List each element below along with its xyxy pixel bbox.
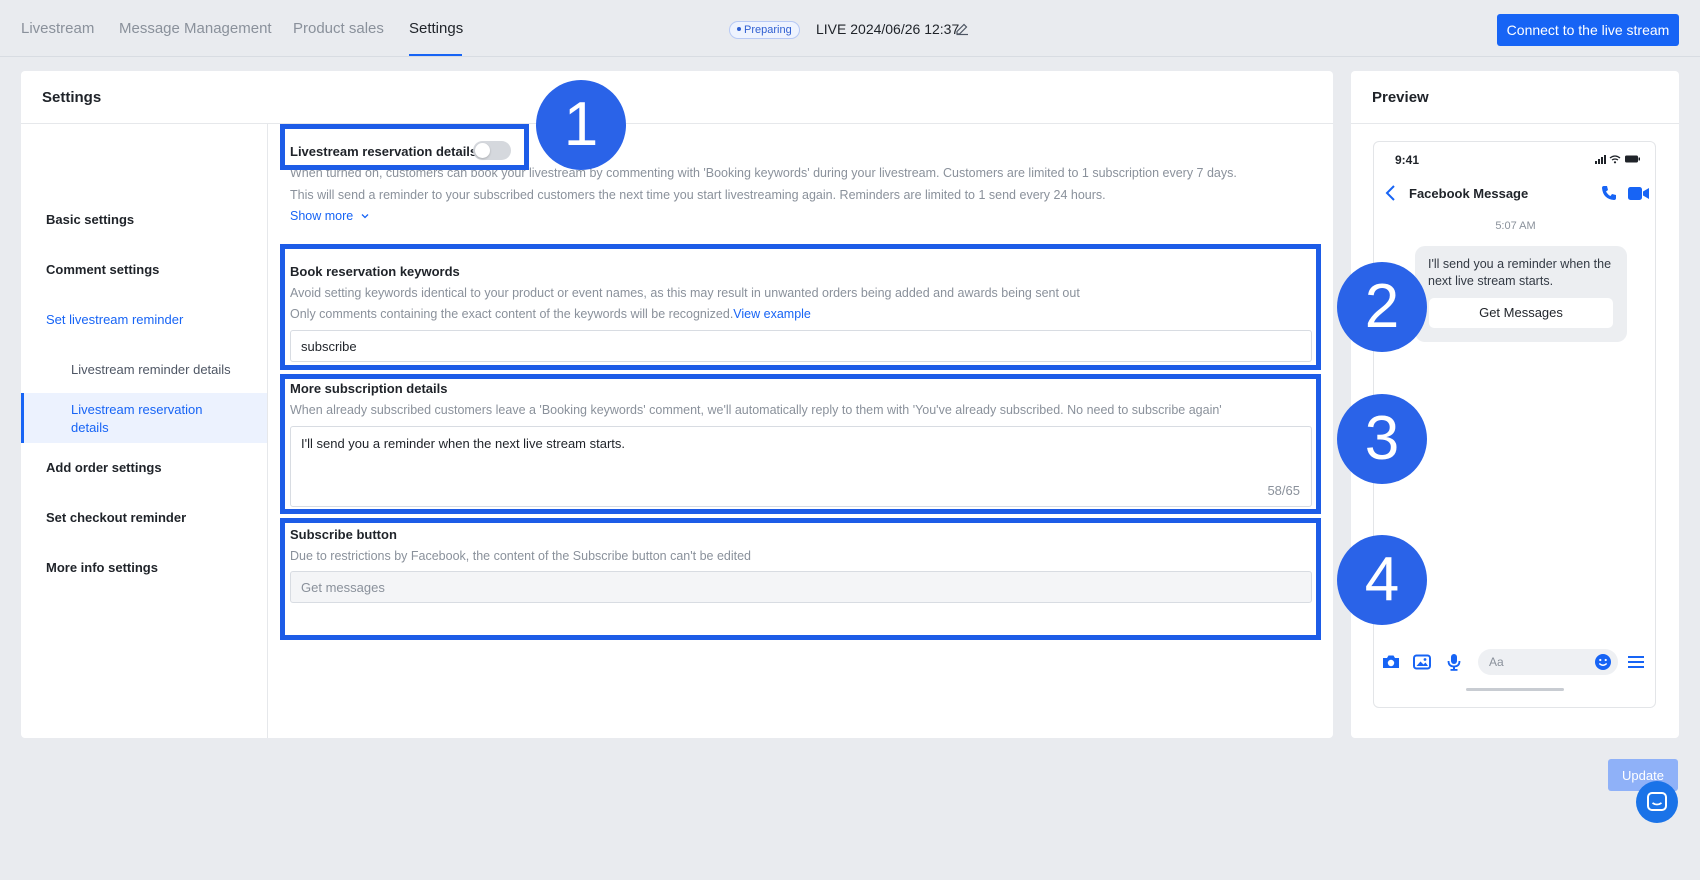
subscription-details-title: More subscription details	[290, 381, 448, 396]
sidebar-item-comment-settings[interactable]: Comment settings	[46, 262, 159, 277]
sidebar-item-reminder-details[interactable]: Livestream reminder details	[71, 362, 231, 377]
sidebar-item-more-info-settings[interactable]: More info settings	[46, 560, 158, 575]
menu-icon[interactable]	[1626, 653, 1646, 671]
keywords-input[interactable]	[290, 330, 1312, 362]
preview-panel: Preview 9:41 Facebook Message 5:07 AM I'…	[1351, 71, 1679, 738]
sidebar-selected-indicator	[21, 393, 24, 443]
sidebar-item-checkout-reminder[interactable]: Set checkout reminder	[46, 510, 186, 525]
subscribe-button-description: Due to restrictions by Facebook, the con…	[290, 549, 751, 563]
phone-time: 9:41	[1395, 153, 1420, 167]
toggle-knob	[475, 143, 490, 158]
character-counter: 58/65	[1267, 483, 1300, 498]
sidebar-item-add-order-settings[interactable]: Add order settings	[46, 460, 162, 475]
tab-settings[interactable]: Settings	[409, 20, 463, 37]
keywords-note: Only comments containing the exact conte…	[290, 307, 734, 321]
edit-icon[interactable]	[955, 22, 969, 36]
subscribe-button-input	[290, 571, 1312, 603]
keywords-title: Book reservation keywords	[290, 264, 460, 279]
message-timestamp: 5:07 AM	[1495, 220, 1536, 232]
tab-livestream[interactable]: Livestream	[21, 20, 94, 37]
show-more-label: Show more	[290, 209, 354, 223]
reservation-details-title: Livestream reservation details	[290, 144, 478, 159]
keywords-description-1: Avoid setting keywords identical to your…	[290, 286, 1080, 300]
keywords-description-2: Only comments containing the exact conte…	[290, 307, 811, 321]
reservation-description-1: When turned on, customers can book your …	[290, 166, 1237, 180]
tab-message-management[interactable]: Message Management	[119, 20, 272, 37]
subscribe-button-title: Subscribe button	[290, 527, 397, 542]
camera-icon[interactable]	[1381, 653, 1401, 671]
preview-title: Preview	[1372, 89, 1429, 106]
messenger-title: Facebook Message	[1409, 186, 1529, 201]
settings-sidebar: Basic settings Comment settings Set live…	[21, 124, 268, 738]
phone-status-icons	[1595, 155, 1640, 164]
chat-icon	[1647, 792, 1667, 811]
call-icon[interactable]	[1600, 184, 1618, 202]
show-more-link[interactable]: Show more	[290, 209, 370, 223]
divider	[1351, 123, 1679, 124]
settings-title: Settings	[42, 89, 102, 106]
message-bubble: I'll send you a reminder when the next l…	[1415, 246, 1627, 342]
back-icon[interactable]	[1384, 184, 1398, 202]
get-messages-button[interactable]: Get Messages	[1429, 298, 1613, 328]
sidebar-item-basic-settings[interactable]: Basic settings	[46, 212, 134, 227]
status-label: Preparing	[744, 24, 792, 36]
sidebar-item-livestream-reminder[interactable]: Set livestream reminder	[46, 312, 183, 327]
video-icon[interactable]	[1628, 186, 1650, 201]
connect-live-stream-button[interactable]: Connect to the live stream	[1497, 14, 1679, 46]
status-badge: Preparing	[729, 21, 800, 39]
mic-icon[interactable]	[1444, 653, 1464, 671]
live-title: LIVE 2024/06/26 12:37	[816, 21, 960, 37]
bubble-text: I'll send you a reminder when the next l…	[1428, 257, 1612, 288]
subscription-reply-textarea[interactable]: I'll send you a reminder when the next l…	[290, 426, 1312, 507]
top-bar: Livestream Message Management Product sa…	[0, 0, 1700, 57]
active-tab-indicator	[409, 54, 462, 56]
sidebar-item-reservation-details[interactable]: Livestream reservation details	[71, 401, 231, 437]
chat-support-button[interactable]	[1636, 781, 1678, 823]
view-example-link[interactable]: View example	[733, 307, 811, 321]
emoji-icon[interactable]	[1594, 653, 1612, 671]
subscription-description: When already subscribed customers leave …	[290, 403, 1222, 417]
chevron-down-icon	[361, 214, 369, 219]
home-indicator	[1466, 688, 1564, 691]
reservation-description-2: This will send a reminder to your subscr…	[290, 188, 1106, 202]
tab-product-sales[interactable]: Product sales	[293, 20, 384, 37]
image-icon[interactable]	[1412, 653, 1432, 671]
reservation-toggle[interactable]	[473, 141, 511, 160]
phone-mockup: 9:41 Facebook Message 5:07 AM I'll send …	[1373, 141, 1656, 708]
subscription-reply-text: I'll send you a reminder when the next l…	[301, 436, 626, 451]
